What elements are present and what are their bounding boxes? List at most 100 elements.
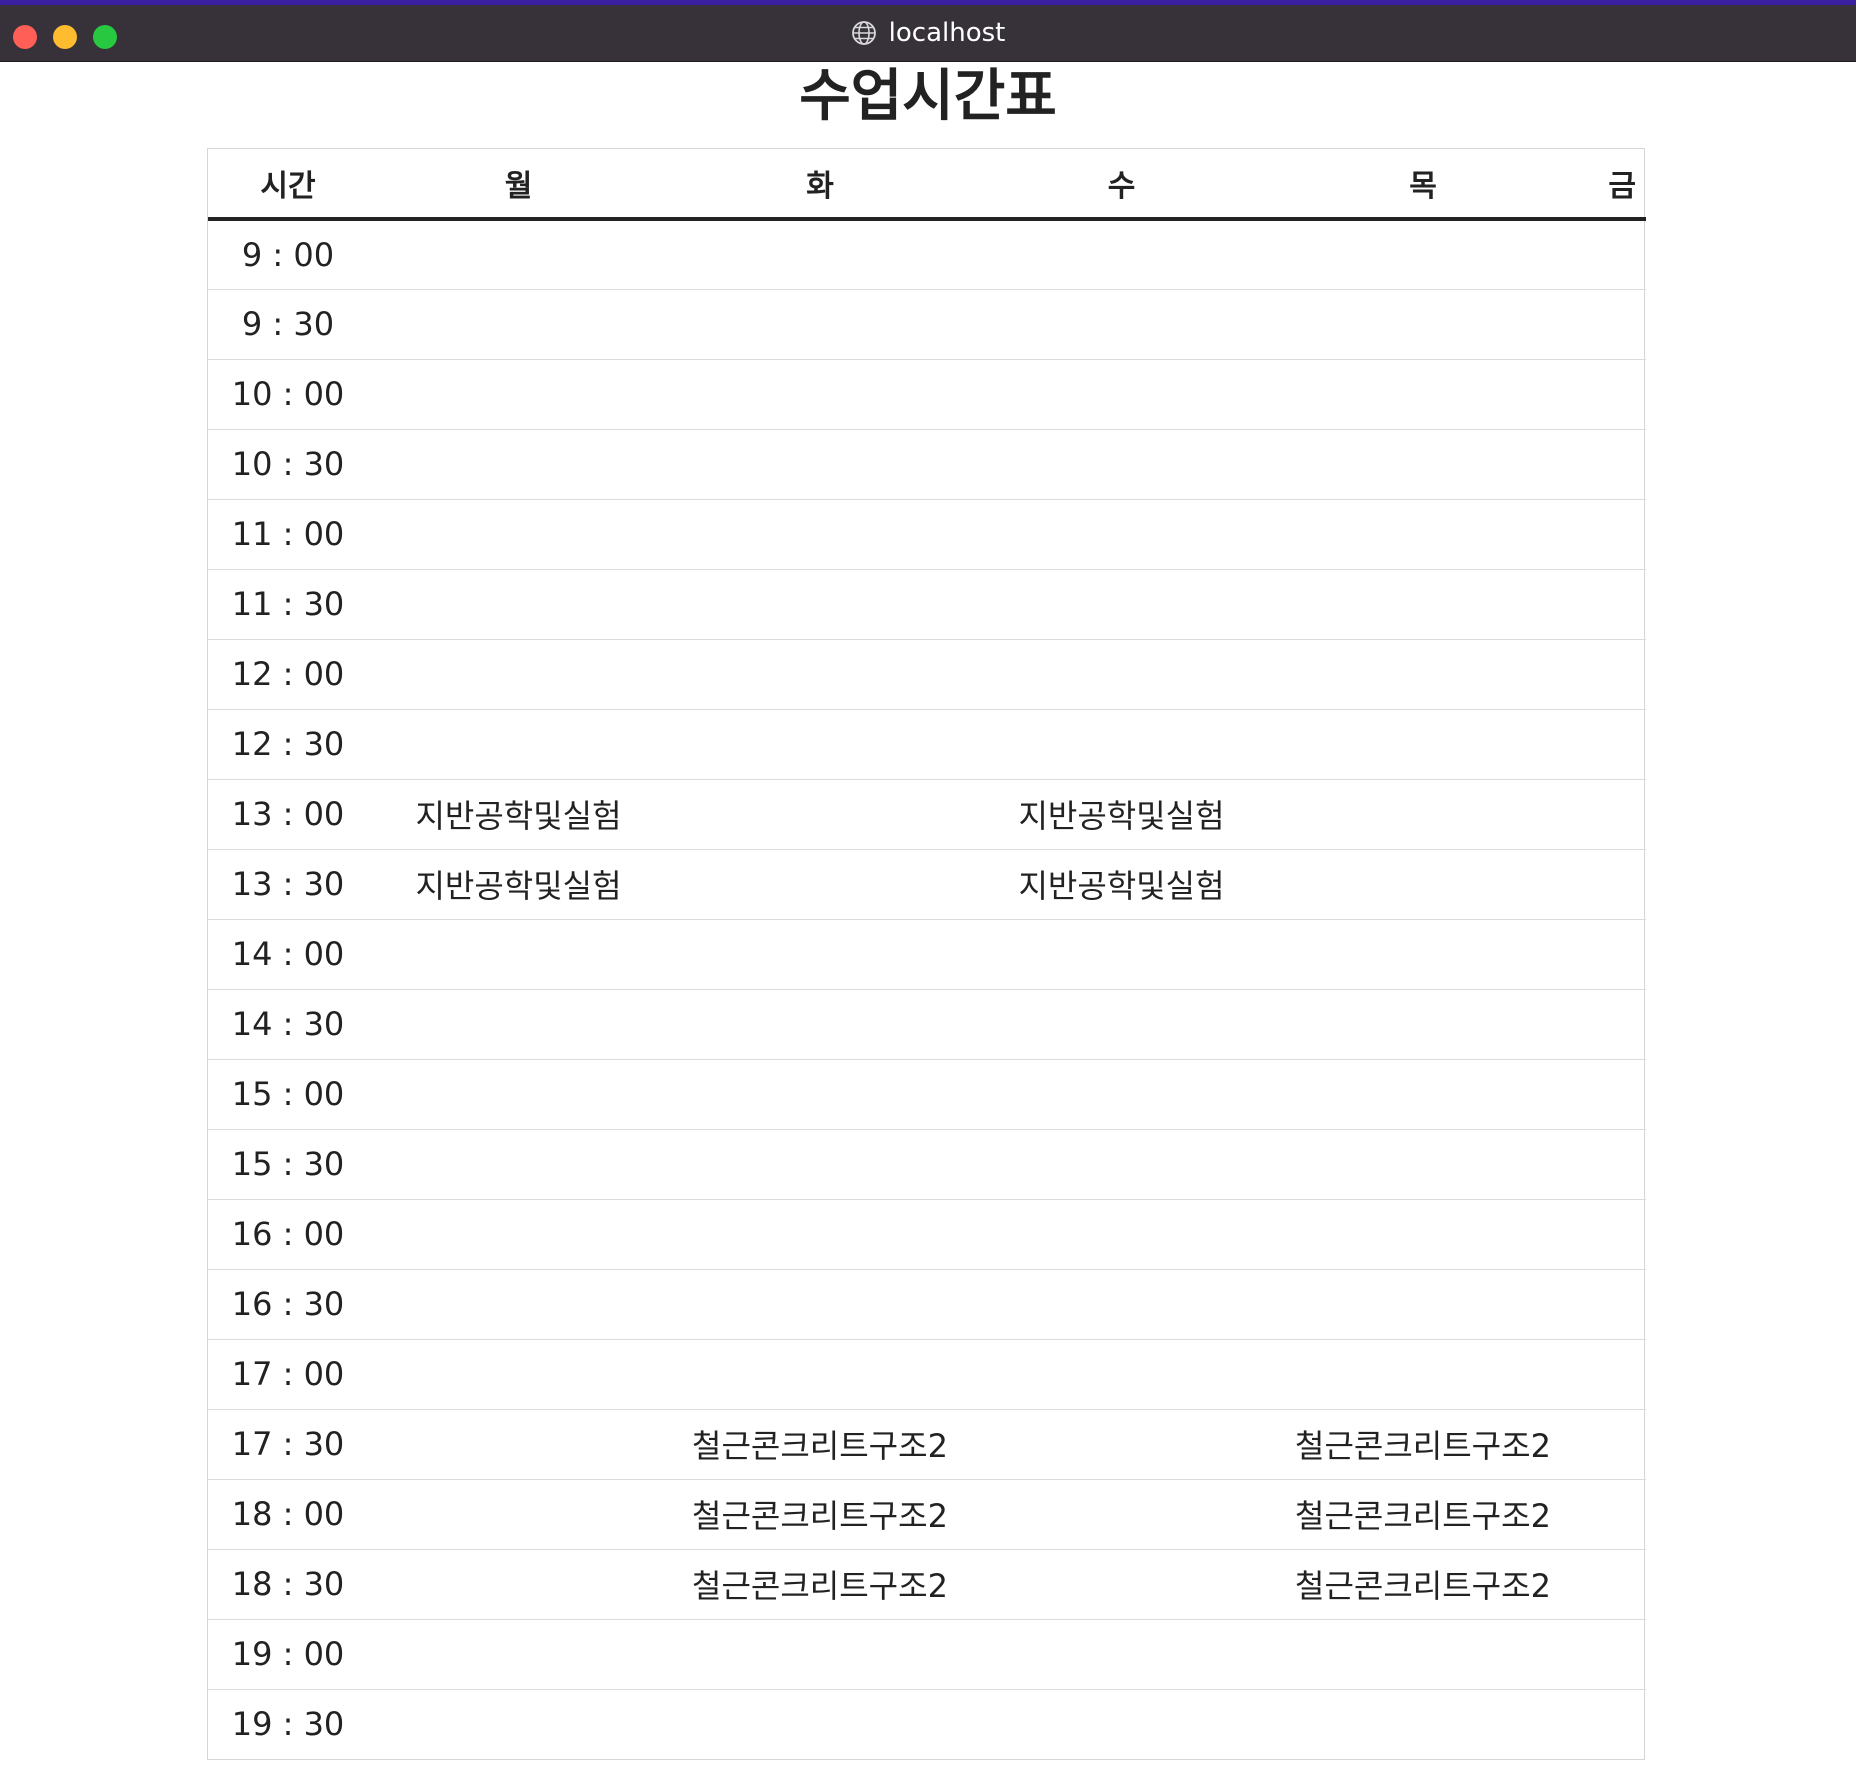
time-slot: 13 : 00 xyxy=(231,795,345,833)
class-cell-tue xyxy=(669,569,971,639)
class-cell-tue xyxy=(669,639,971,709)
class-cell-wed xyxy=(971,1619,1272,1689)
class-cell-fri xyxy=(1574,1479,1646,1549)
header-wed: 수 xyxy=(1107,169,1136,204)
table-row: 12 : 00 xyxy=(208,639,1646,709)
class-cell-thu xyxy=(1272,1129,1574,1199)
class-cell-mon xyxy=(368,1129,669,1199)
table-row: 12 : 30 xyxy=(208,709,1646,779)
class-cell-mon xyxy=(368,1549,669,1619)
address-text: localhost xyxy=(888,18,1006,48)
time-slot: 14 : 00 xyxy=(231,935,345,973)
class-cell-mon xyxy=(368,289,669,359)
class-cell-fri xyxy=(1574,639,1646,709)
class-cell-fri xyxy=(1574,1619,1646,1689)
time-slot: 17 : 00 xyxy=(231,1355,345,1393)
class-cell-thu: 철근콘크리트구조2 xyxy=(1295,1427,1551,1465)
time-slot: 17 : 30 xyxy=(231,1425,345,1463)
class-cell-tue xyxy=(669,849,971,919)
class-cell-mon xyxy=(368,429,669,499)
time-slot: 11 : 00 xyxy=(231,515,345,553)
class-cell-thu xyxy=(1272,779,1574,849)
table-row: 10 : 30 xyxy=(208,429,1646,499)
class-cell-thu xyxy=(1272,219,1574,289)
class-cell-wed: 지반공학및실험 xyxy=(1018,867,1225,905)
class-cell-wed xyxy=(971,1479,1272,1549)
class-cell-wed: 지반공학및실험 xyxy=(1018,797,1225,835)
class-cell-mon xyxy=(368,639,669,709)
header-time: 시간 xyxy=(260,169,316,204)
time-slot: 18 : 30 xyxy=(231,1565,345,1603)
table-row: 16 : 00 xyxy=(208,1199,1646,1269)
class-cell-tue xyxy=(669,919,971,989)
class-cell-mon: 지반공학및실험 xyxy=(415,867,622,905)
time-slot: 13 : 30 xyxy=(231,865,345,903)
table-row: 16 : 30 xyxy=(208,1269,1646,1339)
class-cell-wed xyxy=(971,359,1272,429)
class-cell-fri xyxy=(1574,429,1646,499)
class-cell-tue xyxy=(669,989,971,1059)
class-cell-mon xyxy=(368,919,669,989)
class-cell-fri xyxy=(1574,289,1646,359)
time-slot: 12 : 00 xyxy=(231,655,345,693)
class-cell-thu xyxy=(1272,429,1574,499)
class-cell-thu xyxy=(1272,639,1574,709)
table-row: 14 : 30 xyxy=(208,989,1646,1059)
class-cell-tue xyxy=(669,709,971,779)
class-cell-thu xyxy=(1272,1339,1574,1409)
class-cell-fri xyxy=(1574,1549,1646,1619)
time-slot: 19 : 30 xyxy=(231,1705,345,1744)
class-cell-fri xyxy=(1574,1409,1646,1479)
class-cell-thu xyxy=(1272,569,1574,639)
time-slot: 9 : 30 xyxy=(241,305,335,343)
class-cell-wed xyxy=(971,289,1272,359)
timetable-header-row: 시간 월 화 수 목 금 xyxy=(208,149,1646,219)
address-bar[interactable]: localhost xyxy=(0,5,1856,61)
class-cell-mon xyxy=(368,1619,669,1689)
table-row: 13 : 00 지반공학및실험 지반공학및실험 xyxy=(208,779,1646,849)
class-cell-fri xyxy=(1574,1339,1646,1409)
table-row: 15 : 00 xyxy=(208,1059,1646,1129)
table-row: 11 : 00 xyxy=(208,499,1646,569)
class-cell-thu xyxy=(1272,709,1574,779)
table-row: 13 : 30 지반공학및실험 지반공학및실험 xyxy=(208,849,1646,919)
class-cell-mon xyxy=(368,1689,669,1759)
class-cell-wed xyxy=(971,1269,1272,1339)
class-cell-fri xyxy=(1574,569,1646,639)
class-cell-fri xyxy=(1574,219,1646,289)
class-cell-wed xyxy=(971,569,1272,639)
class-cell-tue xyxy=(669,1619,971,1689)
table-row: 19 : 00 xyxy=(208,1619,1646,1689)
time-slot: 15 : 30 xyxy=(231,1145,345,1183)
class-cell-wed xyxy=(971,989,1272,1059)
header-thu: 목 xyxy=(1409,169,1437,204)
class-cell-mon xyxy=(368,1269,669,1339)
class-cell-tue xyxy=(669,499,971,569)
class-cell-mon xyxy=(368,1059,669,1129)
globe-icon xyxy=(851,20,877,46)
class-cell-tue xyxy=(669,1199,971,1269)
class-cell-thu xyxy=(1272,1059,1574,1129)
class-cell-wed xyxy=(971,1409,1272,1479)
table-row: 17 : 00 xyxy=(208,1339,1646,1409)
class-cell-thu xyxy=(1272,849,1574,919)
class-cell-tue: 철근콘크리트구조2 xyxy=(692,1497,948,1535)
class-cell-fri xyxy=(1574,709,1646,779)
class-cell-mon xyxy=(368,1409,669,1479)
browser-titlebar: localhost xyxy=(0,5,1856,62)
class-cell-tue xyxy=(669,1269,971,1339)
class-cell-fri xyxy=(1574,1269,1646,1339)
table-row: 11 : 30 xyxy=(208,569,1646,639)
class-cell-tue: 철근콘크리트구조2 xyxy=(692,1567,948,1605)
class-cell-tue xyxy=(669,359,971,429)
table-row: 18 : 30 철근콘크리트구조2 철근콘크리트구조2 xyxy=(208,1549,1646,1619)
class-cell-mon: 지반공학및실험 xyxy=(415,797,622,835)
class-cell-tue xyxy=(669,1129,971,1199)
class-cell-thu xyxy=(1272,499,1574,569)
class-cell-thu xyxy=(1272,1199,1574,1269)
time-slot: 10 : 00 xyxy=(231,375,345,413)
time-slot: 11 : 30 xyxy=(231,585,345,623)
class-cell-fri xyxy=(1574,779,1646,849)
time-slot: 19 : 00 xyxy=(231,1635,345,1673)
class-cell-fri xyxy=(1574,849,1646,919)
